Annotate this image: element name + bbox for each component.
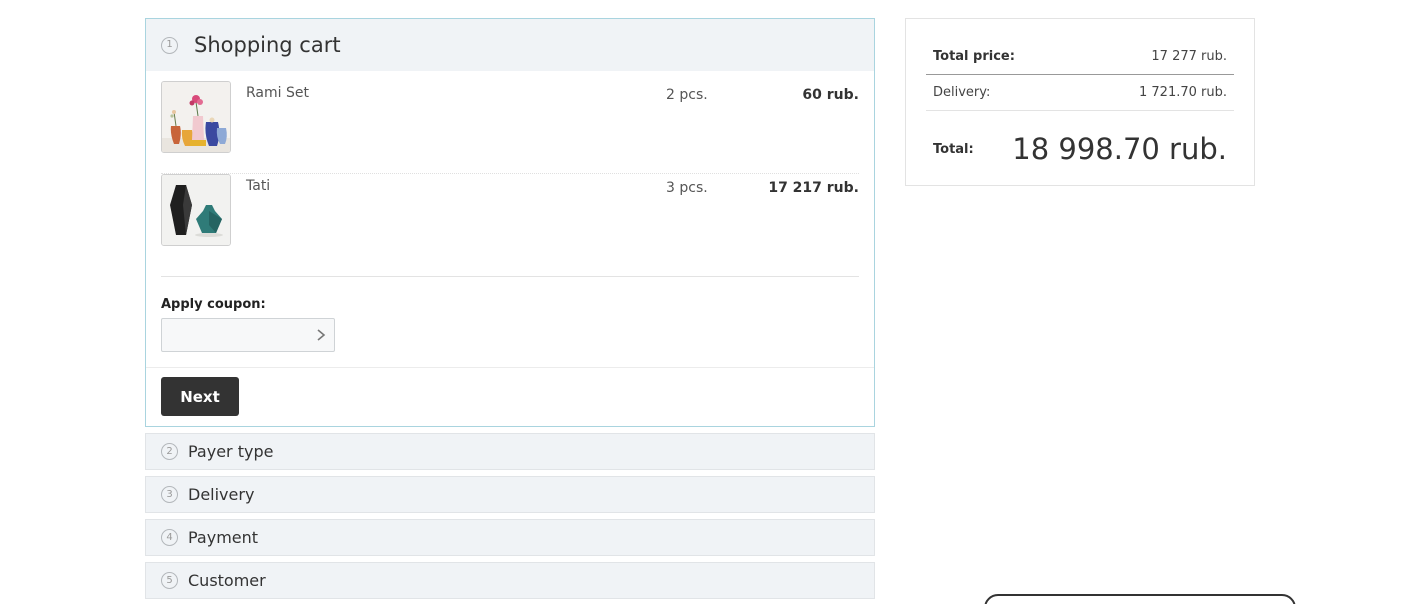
total-price-label: Total price: xyxy=(933,49,1015,64)
step-number: 5 xyxy=(161,572,178,589)
step-payer-type[interactable]: 2 Payer type xyxy=(145,433,875,470)
vase-pair-icon xyxy=(162,175,230,245)
coupon-field xyxy=(161,318,335,352)
step-title: Shopping cart xyxy=(194,33,341,57)
coupon-input[interactable] xyxy=(162,319,302,351)
grand-total-row: Total: 18 998.70 rub. xyxy=(926,129,1234,169)
divider xyxy=(161,276,859,277)
step-header[interactable]: 1 Shopping cart xyxy=(146,19,874,71)
item-name[interactable]: Tati xyxy=(246,178,270,194)
next-button[interactable]: Next xyxy=(161,377,239,416)
chevron-right-icon[interactable] xyxy=(315,328,327,342)
grand-total-label: Total: xyxy=(933,141,974,157)
delivery-label: Delivery: xyxy=(933,85,991,100)
floating-action-bar[interactable] xyxy=(984,594,1296,604)
product-image[interactable] xyxy=(161,81,231,153)
item-price: 17 217 rub. xyxy=(768,180,859,196)
delivery-value: 1 721.70 rub. xyxy=(1139,85,1227,100)
step-customer[interactable]: 5 Customer xyxy=(145,562,875,599)
product-image[interactable] xyxy=(161,174,231,246)
step-delivery[interactable]: 3 Delivery xyxy=(145,476,875,513)
item-quantity: 2 pcs. xyxy=(666,87,708,103)
divider xyxy=(146,367,874,368)
step-number: 3 xyxy=(161,486,178,503)
cart-item: Rami Set 2 pcs. 60 rub. xyxy=(161,81,859,174)
grand-total-value: 18 998.70 rub. xyxy=(1012,132,1227,166)
step-title: Delivery xyxy=(188,485,255,504)
vase-set-icon xyxy=(162,82,230,152)
step-number: 4 xyxy=(161,529,178,546)
step-title: Customer xyxy=(188,571,266,590)
step-title: Payer type xyxy=(188,442,274,461)
item-price: 60 rub. xyxy=(802,87,859,103)
step-payment[interactable]: 4 Payment xyxy=(145,519,875,556)
order-summary: Total price: 17 277 rub. Delivery: 1 721… xyxy=(905,18,1255,186)
delivery-row: Delivery: 1 721.70 rub. xyxy=(926,75,1234,111)
step-number: 1 xyxy=(161,36,178,54)
coupon-label: Apply coupon: xyxy=(161,297,266,312)
item-quantity: 3 pcs. xyxy=(666,180,708,196)
checkout-steps: 1 Shopping cart Rami Set 2 pcs. 60 rub. … xyxy=(145,18,875,599)
step-number: 2 xyxy=(161,443,178,460)
step-title: Payment xyxy=(188,528,259,547)
item-name[interactable]: Rami Set xyxy=(246,85,309,101)
step-shopping-cart: 1 Shopping cart Rami Set 2 pcs. 60 rub. … xyxy=(145,18,875,427)
total-price-value: 17 277 rub. xyxy=(1151,49,1227,64)
cart-item: Tati 3 pcs. 17 217 rub. xyxy=(161,174,859,267)
total-price-row: Total price: 17 277 rub. xyxy=(926,39,1234,75)
